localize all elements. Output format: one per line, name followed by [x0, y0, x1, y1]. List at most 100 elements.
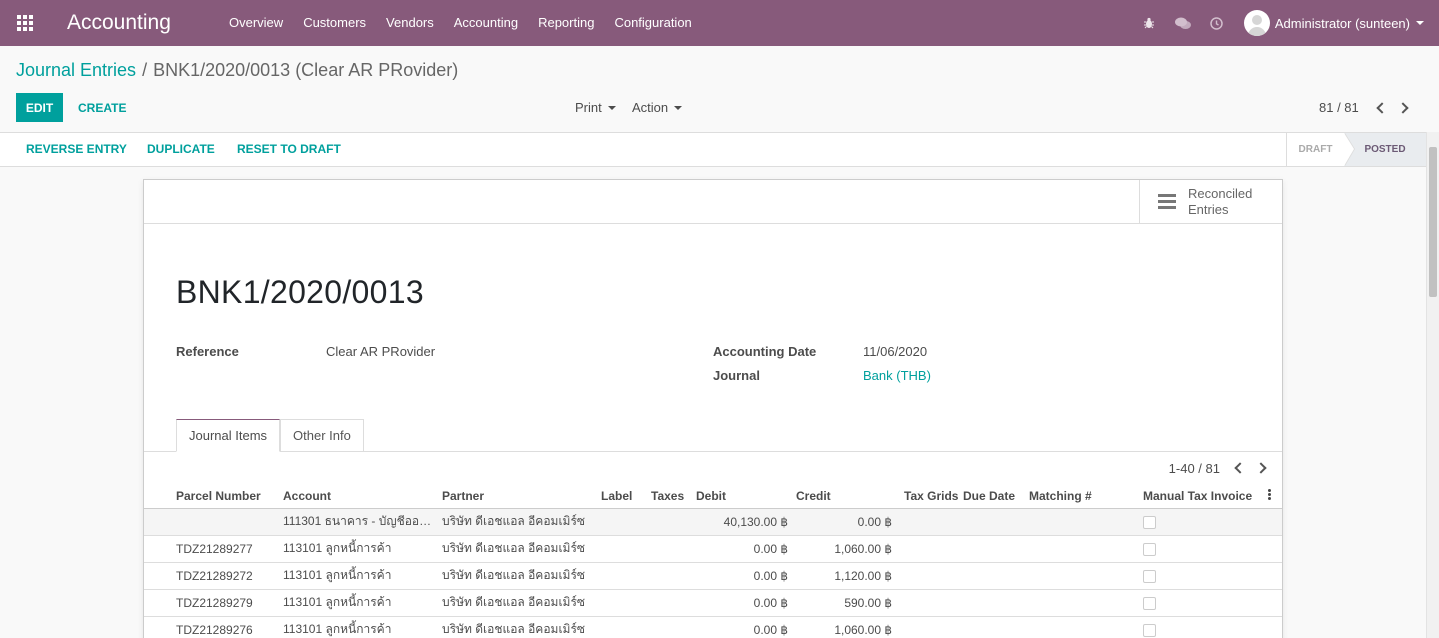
caret-down-icon [674, 105, 683, 110]
pager-next-icon[interactable] [1393, 96, 1417, 120]
table-row[interactable]: TDZ21289276 113101 ลูกหนี้การค้า บริษัท … [144, 616, 1282, 638]
checkbox[interactable] [1143, 515, 1156, 529]
cell-manual-tax-invoice [1135, 589, 1264, 617]
col-matching[interactable]: Matching # [1025, 484, 1135, 509]
cell-taxes [647, 589, 692, 617]
reference-label: Reference [176, 344, 239, 359]
cell-account: 111301 ธนาคาร - บัญชีออมทรัพย์ [279, 508, 438, 536]
cell-taxes [647, 535, 692, 563]
smart-button-line2: Entries [1188, 201, 1229, 217]
cell-debit: 0.00 ฿ [692, 562, 792, 590]
journal-items-table: Parcel Number Account Partner Label Taxe… [144, 484, 1282, 638]
state-arrow [1344, 133, 1354, 166]
cell-taxes [647, 508, 692, 536]
cell-spacer [1264, 508, 1282, 536]
avatar [1243, 10, 1270, 36]
edit-button[interactable]: EDIT [16, 93, 63, 122]
cell-parcel: TDZ21289279 [144, 589, 279, 617]
cell-tax-grids [896, 562, 959, 590]
state-draft[interactable]: DRAFT [1286, 133, 1344, 166]
cell-credit: 1,060.00 ฿ [792, 616, 896, 638]
list-pager-next-icon[interactable] [1250, 456, 1274, 480]
cell-parcel: TDZ21289277 [144, 535, 279, 563]
col-manual-tax-invoice[interactable]: Manual Tax Invoice [1135, 484, 1264, 509]
col-taxes[interactable]: Taxes [647, 484, 692, 509]
clock-icon[interactable] [1200, 0, 1234, 46]
user-menu[interactable]: Administrator (sunteen) [1234, 10, 1439, 36]
checkbox[interactable] [1143, 596, 1156, 610]
print-dropdown[interactable]: Print [575, 93, 616, 122]
state-posted: POSTED [1344, 133, 1426, 166]
cell-parcel [144, 508, 279, 536]
menu-overview[interactable]: Overview [219, 0, 293, 46]
cell-spacer [1264, 616, 1282, 638]
checkbox[interactable] [1143, 569, 1156, 583]
accounting-date-value: 11/06/2020 [863, 344, 928, 359]
cell-debit: 0.00 ฿ [692, 535, 792, 563]
create-button[interactable]: CREATE [68, 93, 136, 122]
page-scrollbar[interactable] [1426, 132, 1439, 638]
table-row[interactable]: 111301 ธนาคาร - บัญชีออมทรัพย์ บริษัท ดี… [144, 508, 1282, 536]
cell-account: 113101 ลูกหนี้การค้า [279, 535, 438, 563]
scrollbar-thumb[interactable] [1429, 147, 1437, 297]
col-credit[interactable]: Credit [792, 484, 896, 509]
table-row[interactable]: TDZ21289279 113101 ลูกหนี้การค้า บริษัท … [144, 589, 1282, 617]
table-row[interactable]: TDZ21289272 113101 ลูกหนี้การค้า บริษัท … [144, 562, 1282, 590]
reconciled-entries-button[interactable]: Reconciled Entries [1139, 180, 1282, 223]
cell-matching [1025, 616, 1135, 638]
list-pager-previous-icon[interactable] [1226, 456, 1250, 480]
cell-partner: บริษัท ดีเอชแอล อีคอมเมิร์ซ [438, 562, 597, 590]
col-partner[interactable]: Partner [438, 484, 597, 509]
menu-reporting[interactable]: Reporting [528, 0, 604, 46]
cell-manual-tax-invoice [1135, 562, 1264, 590]
bug-icon[interactable] [1132, 0, 1166, 46]
cell-tax-grids [896, 508, 959, 536]
col-account[interactable]: Account [279, 484, 438, 509]
col-due-date[interactable]: Due Date [959, 484, 1025, 509]
col-parcel-number[interactable]: Parcel Number [144, 484, 279, 509]
reference-value: Clear AR PRovider [326, 344, 436, 359]
user-name: Administrator (sunteen) [1274, 15, 1410, 31]
breadcrumb-journal-entries[interactable]: Journal Entries [16, 60, 136, 80]
cell-partner: บริษัท ดีเอชแอล อีคอมเมิร์ซ [438, 616, 597, 638]
menu-customers[interactable]: Customers [293, 0, 376, 46]
smart-button-line1: Reconciled [1188, 185, 1253, 201]
col-debit[interactable]: Debit [692, 484, 792, 509]
journal-link[interactable]: Bank (THB) [863, 368, 931, 383]
print-label: Print [575, 100, 602, 115]
pager-value[interactable]: 81 / 81 [1319, 100, 1359, 115]
chat-icon[interactable] [1166, 0, 1200, 46]
accounting-date-label: Accounting Date [713, 344, 817, 359]
menu-vendors[interactable]: Vendors [376, 0, 444, 46]
checkbox[interactable] [1143, 623, 1156, 637]
reset-to-draft-button[interactable]: RESET TO DRAFT [237, 133, 341, 166]
tab-other-info[interactable]: Other Info [280, 419, 364, 452]
col-tax-grids[interactable]: Tax Grids [896, 484, 959, 509]
cell-account: 113101 ลูกหนี้การค้า [279, 562, 438, 590]
menu-configuration[interactable]: Configuration [604, 0, 701, 46]
cell-matching [1025, 589, 1135, 617]
optional-columns-toggle[interactable] [1264, 484, 1282, 509]
list-pager-value[interactable]: 1-40 / 81 [1169, 461, 1220, 476]
reverse-entry-button[interactable]: REVERSE ENTRY [26, 133, 127, 166]
menu-accounting[interactable]: Accounting [444, 0, 528, 46]
cell-due-date [959, 535, 1025, 563]
breadcrumb-current: BNK1/2020/0013 (Clear AR PRovider) [153, 60, 459, 80]
pager-previous-icon[interactable] [1369, 96, 1393, 120]
apps-menu-icon[interactable] [0, 0, 50, 46]
list-icon [1158, 191, 1176, 212]
checkbox[interactable] [1143, 542, 1156, 556]
cell-credit: 1,060.00 ฿ [792, 535, 896, 563]
breadcrumb: Journal Entries / BNK1/2020/0013 (Clear AR… [16, 60, 458, 81]
action-dropdown[interactable]: Action [632, 93, 683, 122]
duplicate-button[interactable]: DUPLICATE [147, 133, 215, 166]
journal-label: Journal [713, 368, 760, 383]
cell-taxes [647, 616, 692, 638]
cell-matching [1025, 535, 1135, 563]
tab-journal-items[interactable]: Journal Items [176, 419, 281, 452]
cell-credit: 590.00 ฿ [792, 589, 896, 617]
table-row[interactable]: TDZ21289277 113101 ลูกหนี้การค้า บริษัท … [144, 535, 1282, 563]
kebab-icon [1268, 488, 1271, 501]
col-label[interactable]: Label [597, 484, 647, 509]
cell-tax-grids [896, 535, 959, 563]
